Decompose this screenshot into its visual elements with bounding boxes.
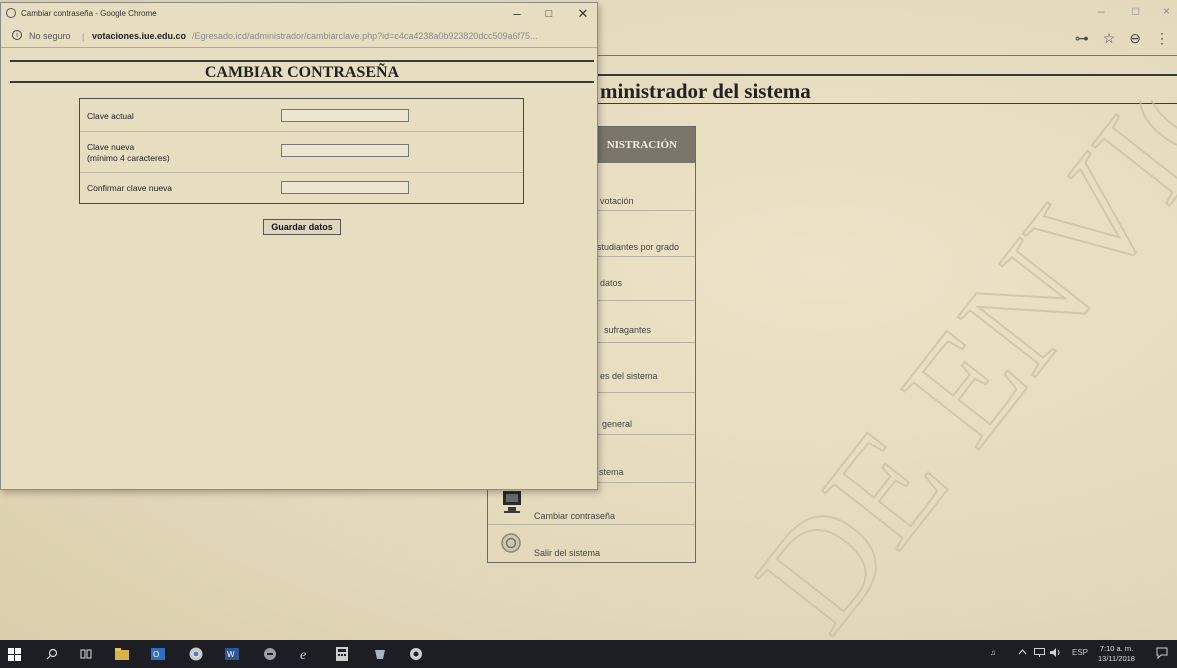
new-password-input[interactable]: [281, 144, 409, 157]
app-icon[interactable]: [262, 646, 278, 662]
bg-title-rule-top: [598, 74, 1177, 76]
security-indicator[interactable]: No seguro: [29, 31, 71, 41]
clock-date: 13/11/2018: [1098, 654, 1135, 663]
menu-item-label: Salir del sistema: [534, 548, 601, 558]
bg-maximize-button[interactable]: □: [1132, 4, 1139, 18]
svg-text:W: W: [227, 650, 235, 659]
address-bar[interactable]: i No seguro | votaciones.iue.edu.co /Egr…: [1, 25, 597, 48]
svg-text:O: O: [153, 650, 159, 659]
bg-title-rule-bottom: [598, 103, 1177, 104]
confirm-password-input[interactable]: [281, 181, 409, 194]
save-button[interactable]: Guardar datos: [263, 219, 341, 235]
computer-icon: [500, 489, 524, 520]
tray-chevron-icon[interactable]: [1018, 648, 1027, 658]
search-icon[interactable]: [44, 646, 60, 662]
key-icon[interactable]: ⊶: [1075, 30, 1089, 47]
menu-item-label: studiantes por grado: [597, 242, 680, 252]
new-password-hint: (mínimo 4 caracteres): [87, 153, 170, 163]
bg-toolbar: ⊶ ☆ ⊖ ⋮: [1075, 30, 1169, 47]
info-icon[interactable]: i: [12, 30, 22, 40]
taskbar: O W e ♫ ESP 7:10 a. m. 13/11/2018: [0, 640, 1177, 668]
popup-titlebar[interactable]: Cambiar contraseña - Google Chrome – □ ✕: [1, 3, 597, 25]
file-explorer-icon[interactable]: [114, 646, 130, 662]
address-separator: |: [82, 32, 85, 42]
heading-rule-top: [10, 60, 594, 62]
volume-icon[interactable]: [1050, 648, 1061, 659]
calculator-icon[interactable]: [334, 646, 350, 662]
current-password-label: Clave actual: [87, 111, 134, 121]
popup-window-title: Cambiar contraseña - Google Chrome: [21, 9, 157, 18]
bg-minimize-button[interactable]: –: [1098, 4, 1105, 18]
chrome-icon[interactable]: [188, 646, 204, 662]
menu-item-label: es del sistema: [600, 371, 658, 381]
exit-icon: [500, 532, 522, 559]
current-password-row: Clave actual: [80, 99, 523, 132]
url-path: /Egresado.icd/administrador/cambiarclave…: [192, 31, 538, 41]
menu-item-label: votación: [600, 196, 634, 206]
people-icon[interactable]: ♫: [990, 648, 996, 657]
menu-item-label: datos: [600, 278, 623, 288]
change-password-form: Clave actual Clave nueva (mínimo 4 carac…: [79, 98, 524, 204]
more-icon[interactable]: ⋮: [1155, 30, 1169, 47]
word-icon[interactable]: W: [224, 646, 240, 662]
popup-close-button[interactable]: ✕: [571, 6, 595, 22]
popup-maximize-button[interactable]: □: [537, 8, 561, 20]
bg-address-divider: [598, 55, 1177, 56]
menu-item-label: sufragantes: [604, 325, 652, 335]
new-password-label-line1: Clave nueva: [87, 142, 135, 152]
current-password-input[interactable]: [281, 109, 409, 122]
outlook-icon[interactable]: O: [150, 646, 166, 662]
new-password-label: Clave nueva (mínimo 4 caracteres): [87, 142, 170, 164]
url-domain: votaciones.iue.edu.co: [92, 31, 187, 41]
new-password-row: Clave nueva (mínimo 4 caracteres): [80, 132, 523, 173]
menu-item-salir[interactable]: Salir del sistema: [488, 525, 695, 563]
menu-item-label: stema: [599, 467, 624, 477]
bg-page-title: ministrador del sistema: [600, 79, 811, 103]
account-icon[interactable]: ⊖: [1129, 30, 1141, 47]
star-icon[interactable]: ☆: [1103, 30, 1116, 47]
network-icon[interactable]: [1034, 648, 1045, 659]
clock[interactable]: 7:10 a. m. 13/11/2018: [1098, 644, 1135, 664]
app2-icon[interactable]: [372, 646, 388, 662]
clock-time: 7:10 a. m.: [1099, 644, 1134, 653]
app3-icon[interactable]: [408, 646, 424, 662]
windows-start-icon[interactable]: [6, 646, 22, 662]
chrome-app-icon: [6, 8, 16, 18]
menu-item-label: Cambiar contraseña: [534, 511, 616, 521]
svg-text:e: e: [300, 648, 306, 661]
menu-item-label: general: [602, 419, 633, 429]
popup-minimize-button[interactable]: –: [505, 6, 529, 21]
change-password-window: Cambiar contraseña - Google Chrome – □ ✕…: [0, 2, 598, 490]
language-indicator[interactable]: ESP: [1072, 648, 1088, 657]
notifications-icon[interactable]: [1156, 647, 1168, 661]
confirm-password-label: Confirmar clave nueva: [87, 183, 173, 193]
edge-icon[interactable]: e: [298, 646, 314, 662]
task-view-icon[interactable]: [78, 646, 94, 662]
heading-rule-bottom: [10, 81, 594, 83]
page-heading: CAMBIAR CONTRASEÑA: [204, 64, 400, 81]
bg-close-button[interactable]: ×: [1163, 4, 1170, 18]
confirm-password-row: Confirmar clave nueva: [80, 173, 523, 203]
